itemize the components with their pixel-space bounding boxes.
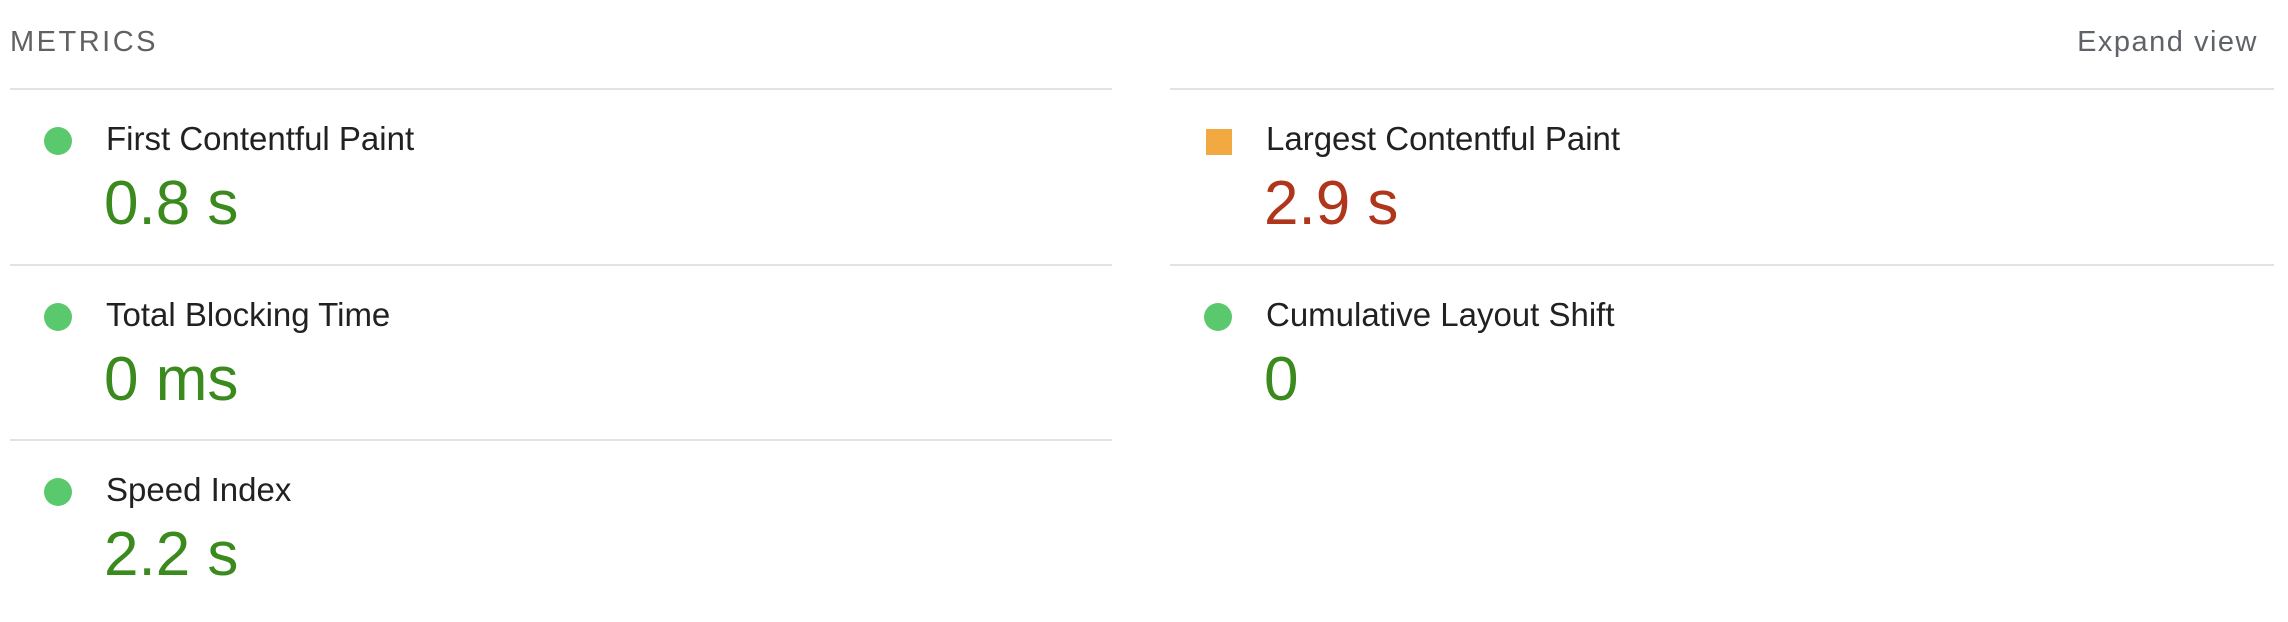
metrics-panel: METRICS Expand view First Contentful Pai… <box>0 0 2288 622</box>
metrics-heading: METRICS <box>10 26 158 58</box>
metric-first-contentful-paint: First Contentful Paint 0.8 s <box>10 90 1112 265</box>
expand-view-button[interactable]: Expand view <box>2077 28 2258 57</box>
metric-value: 0 <box>1264 345 1299 414</box>
metric-label: Speed Index <box>106 471 292 508</box>
green-circle-icon <box>44 478 72 506</box>
metric-value: 0.8 s <box>104 169 239 238</box>
metric-largest-contentful-paint: Largest Contentful Paint 2.9 s <box>1170 90 2274 265</box>
orange-square-icon <box>1206 129 1232 155</box>
metric-speed-index: Speed Index 2.2 s <box>10 441 1112 616</box>
metric-value: 2.9 s <box>1264 169 1399 238</box>
metric-label: First Contentful Paint <box>106 120 415 157</box>
metric-total-blocking-time: Total Blocking Time 0 ms <box>10 266 1112 441</box>
metric-value: 2.2 s <box>104 520 239 589</box>
metric-label: Largest Contentful Paint <box>1266 120 1621 157</box>
green-circle-icon <box>44 127 72 155</box>
metric-label: Total Blocking Time <box>106 296 391 333</box>
metric-cumulative-layout-shift: Cumulative Layout Shift 0 <box>1170 266 2274 441</box>
metric-label: Cumulative Layout Shift <box>1266 296 1615 333</box>
green-circle-icon <box>1204 303 1232 331</box>
metric-value: 0 ms <box>104 345 239 414</box>
green-circle-icon <box>44 303 72 331</box>
